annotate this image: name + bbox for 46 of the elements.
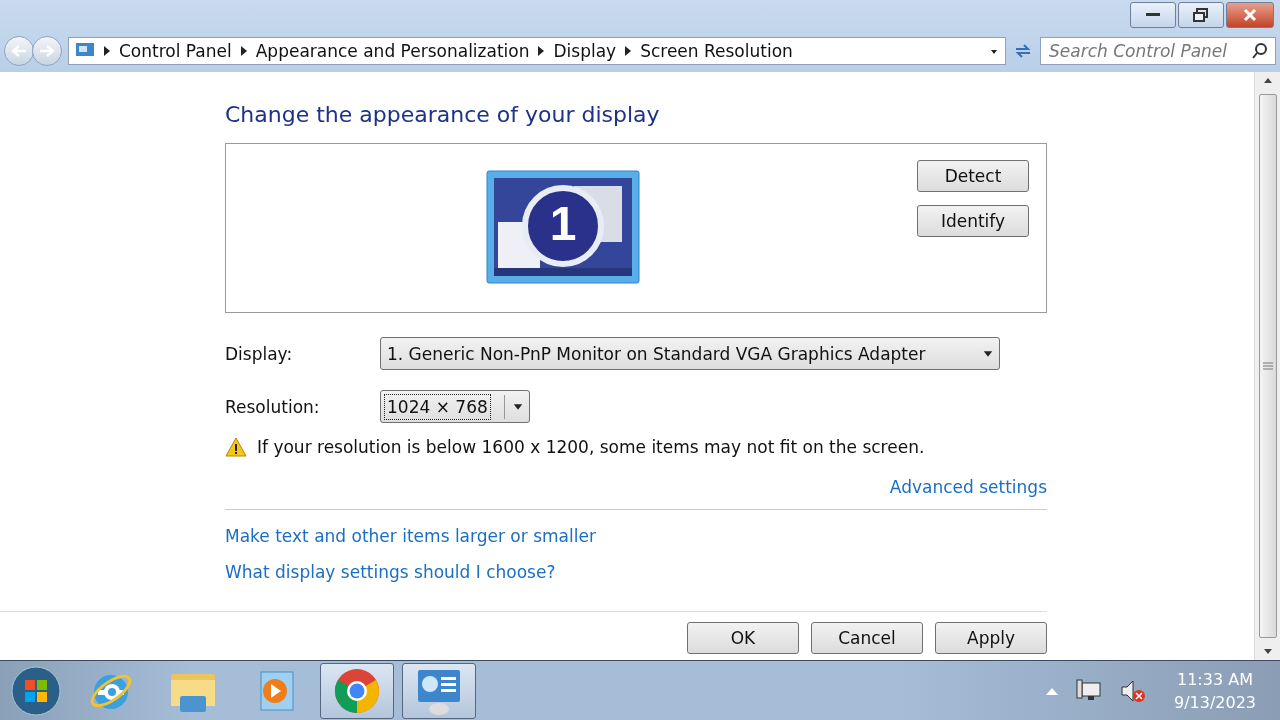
chevron-icon xyxy=(537,46,546,56)
button[interactable]: OK xyxy=(687,622,799,654)
grip-icon xyxy=(1262,362,1273,370)
dropdown[interactable]: 1024 × 768 xyxy=(380,390,530,423)
dropdown[interactable]: 1. Generic Non-PnP Monitor on Standard VGA Graphics Adapter xyxy=(380,337,1000,370)
page-heading: Change the appearance of your display xyxy=(225,102,661,127)
button[interactable]: Detect xyxy=(917,160,1029,192)
button[interactable]: Cancel xyxy=(811,622,923,654)
breadcrumb[interactable]: Control Panel xyxy=(119,41,232,61)
chrome-icon xyxy=(333,666,381,715)
close-icon xyxy=(1243,8,1257,22)
minimize-icon xyxy=(1146,13,1160,17)
scrollbar[interactable] xyxy=(1254,72,1280,660)
link[interactable]: Make text and other items larger or smaller xyxy=(225,526,596,546)
taskbar-app[interactable] xyxy=(320,662,394,719)
muted-speaker-icon[interactable] xyxy=(1119,678,1146,703)
link[interactable]: What display settings should I choose? xyxy=(225,562,556,582)
field-label: Display: xyxy=(225,343,294,364)
chevron-icon xyxy=(239,46,248,56)
field-label: Resolution: xyxy=(225,396,321,417)
minimize-button[interactable] xyxy=(1130,2,1176,28)
scroll-up-icon[interactable] xyxy=(1262,76,1273,84)
chevron-icon xyxy=(624,46,633,56)
forward-arrow-icon xyxy=(39,44,55,58)
dropdown-value: 1. Generic Non-PnP Monitor on Standard VGA Graphics Adapter xyxy=(386,342,927,366)
search-icon xyxy=(1252,43,1268,59)
restore-icon xyxy=(1193,8,1209,22)
link[interactable]: Advanced settings xyxy=(889,477,1047,497)
button[interactable]: Identify xyxy=(917,205,1029,237)
network-icon[interactable] xyxy=(1075,678,1102,703)
warning-text: If your resolution is below 1600 x 1200, some items may not fit on the screen. xyxy=(257,437,925,457)
scroll-down-icon[interactable] xyxy=(1262,648,1273,656)
monitor-number: 1 xyxy=(548,196,578,251)
breadcrumb[interactable]: Display xyxy=(553,41,617,61)
dropdown-value: 1024 × 768 xyxy=(385,394,490,419)
taskbar-app[interactable] xyxy=(402,662,476,719)
breadcrumb[interactable]: Screen Resolution xyxy=(640,41,793,61)
restore-button[interactable] xyxy=(1178,2,1224,28)
monitor-drawing[interactable] xyxy=(486,170,640,284)
button[interactable]: Apply xyxy=(935,622,1047,654)
warning-icon xyxy=(225,437,247,457)
breadcrumb[interactable]: Appearance and Personalization xyxy=(255,41,530,61)
close-button[interactable] xyxy=(1226,2,1274,28)
chevron-icon xyxy=(103,46,111,56)
back-arrow-icon xyxy=(11,44,27,58)
search-field[interactable]: Search Control Panel xyxy=(1040,37,1276,65)
